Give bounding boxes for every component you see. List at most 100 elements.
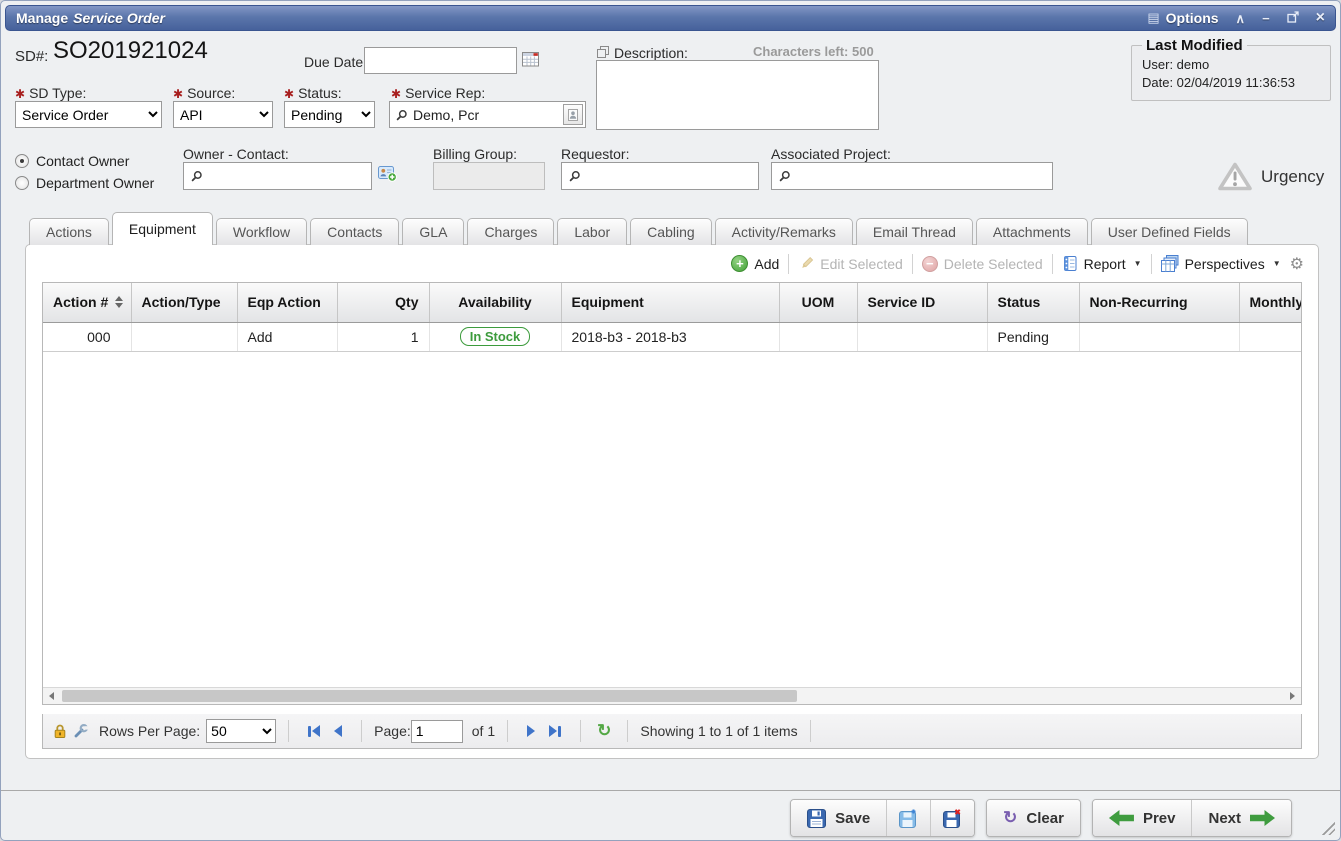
page-number-input[interactable] bbox=[411, 720, 463, 743]
window-resize-handle[interactable] bbox=[1320, 820, 1335, 835]
next-page-button[interactable] bbox=[527, 725, 535, 737]
column-header-non-recurring[interactable]: Non-Recurring bbox=[1079, 283, 1239, 322]
scroll-left-icon[interactable] bbox=[43, 688, 60, 704]
contact-owner-radio[interactable]: Contact Owner bbox=[15, 153, 129, 169]
collapse-icon[interactable]: ∧ bbox=[1236, 12, 1246, 25]
source-select[interactable]: API bbox=[173, 101, 273, 128]
associated-project-label: Associated Project: bbox=[771, 146, 891, 162]
popout-icon[interactable] bbox=[1287, 11, 1299, 25]
tab-equipment[interactable]: Equipment bbox=[112, 212, 213, 245]
description-textarea[interactable] bbox=[596, 60, 879, 130]
edit-selected-button[interactable]: Edit Selected bbox=[798, 256, 903, 272]
tab-activity-remarks[interactable]: Activity/Remarks bbox=[715, 218, 853, 245]
close-icon[interactable]: × bbox=[1316, 10, 1325, 26]
service-rep-field[interactable]: Demo, Pcr bbox=[389, 101, 586, 128]
clear-button[interactable]: ↻ Clear bbox=[987, 800, 1080, 836]
lock-icon[interactable] bbox=[53, 723, 67, 739]
tab-labor[interactable]: Labor bbox=[557, 218, 627, 245]
save-and-close-button[interactable] bbox=[930, 800, 974, 836]
column-header-qty[interactable]: Qty bbox=[337, 283, 429, 322]
radio-selected-icon bbox=[15, 154, 29, 168]
column-header-equipment[interactable]: Equipment bbox=[561, 283, 779, 322]
owner-contact-field[interactable] bbox=[183, 162, 372, 190]
rows-per-page-select[interactable]: 50 bbox=[206, 719, 276, 743]
required-icon: ✱ bbox=[391, 87, 401, 101]
tab-email-thread[interactable]: Email Thread bbox=[856, 218, 973, 245]
save-button[interactable]: Save bbox=[791, 800, 886, 836]
title-prefix: Manage bbox=[16, 10, 68, 26]
tab-attachments[interactable]: Attachments bbox=[976, 218, 1088, 245]
requestor-input[interactable] bbox=[586, 167, 754, 185]
add-contact-icon[interactable] bbox=[378, 165, 397, 187]
due-date-input[interactable] bbox=[364, 47, 517, 74]
wrench-icon[interactable] bbox=[73, 723, 89, 739]
column-header-monthly[interactable]: Monthly bbox=[1239, 283, 1302, 322]
department-owner-radio[interactable]: Department Owner bbox=[15, 175, 154, 191]
cell-eqp-action[interactable]: Add bbox=[237, 322, 337, 351]
required-icon: ✱ bbox=[173, 87, 183, 101]
table-row[interactable]: 000 Add 1 In Stock 2018-b3 - 2018-b3 Pen… bbox=[43, 322, 1302, 351]
delete-selected-button[interactable]: − Delete Selected bbox=[922, 256, 1043, 272]
column-header-service-id[interactable]: Service ID bbox=[857, 283, 987, 322]
column-header-action-no[interactable]: Action # bbox=[43, 283, 131, 322]
requestor-field[interactable] bbox=[561, 162, 759, 190]
scroll-right-icon[interactable] bbox=[1284, 688, 1301, 704]
last-page-button[interactable] bbox=[549, 725, 561, 737]
column-header-action-type[interactable]: Action/Type bbox=[131, 283, 237, 322]
tab-workflow[interactable]: Workflow bbox=[216, 218, 307, 245]
due-date-label: Due Date: bbox=[304, 54, 367, 70]
search-icon bbox=[191, 170, 203, 182]
options-button[interactable]: ▤ Options bbox=[1147, 10, 1218, 26]
requestor-label: Requestor: bbox=[561, 146, 629, 162]
calendar-icon[interactable] bbox=[522, 51, 540, 72]
associated-project-input[interactable] bbox=[796, 167, 1048, 185]
cell-equipment[interactable]: 2018-b3 - 2018-b3 bbox=[561, 322, 779, 351]
column-header-uom[interactable]: UOM bbox=[779, 283, 857, 322]
column-header-availability[interactable]: Availability bbox=[429, 283, 561, 322]
next-button[interactable]: Next bbox=[1191, 800, 1291, 836]
gear-icon[interactable]: ⚙ bbox=[1290, 254, 1304, 274]
sd-type-label: ✱SD Type: bbox=[15, 85, 86, 101]
status-select[interactable]: Pending bbox=[284, 101, 375, 128]
radio-unselected-icon bbox=[15, 176, 29, 190]
previous-page-button[interactable] bbox=[334, 725, 342, 737]
perspectives-button[interactable]: Perspectives ▼ bbox=[1161, 255, 1281, 272]
options-label: Options bbox=[1166, 10, 1219, 26]
tab-contacts[interactable]: Contacts bbox=[310, 218, 399, 245]
save-and-new-button[interactable] bbox=[886, 800, 930, 836]
minimize-icon[interactable]: − bbox=[1262, 12, 1270, 25]
scrollbar-track[interactable] bbox=[60, 688, 1284, 704]
owner-contact-label: Owner - Contact: bbox=[183, 146, 289, 162]
report-button[interactable]: Report ▼ bbox=[1062, 255, 1142, 272]
tab-user-defined-fields[interactable]: User Defined Fields bbox=[1091, 218, 1248, 245]
prev-button[interactable]: Prev bbox=[1093, 800, 1192, 836]
equipment-grid: Action # Action/Type Eqp Action Qty Avai… bbox=[42, 282, 1302, 705]
cell-qty[interactable]: 1 bbox=[337, 322, 429, 351]
tab-gla[interactable]: GLA bbox=[402, 218, 464, 245]
horizontal-scrollbar[interactable] bbox=[43, 687, 1301, 704]
owner-contact-input[interactable] bbox=[208, 167, 367, 185]
sd-number-label: SD#: bbox=[15, 48, 48, 65]
sort-icon[interactable] bbox=[115, 296, 123, 308]
cell-status[interactable]: Pending bbox=[987, 322, 1079, 351]
column-header-status[interactable]: Status bbox=[987, 283, 1079, 322]
sd-type-select[interactable]: Service Order bbox=[15, 101, 162, 128]
first-page-button[interactable] bbox=[308, 725, 320, 737]
service-rep-detail-button[interactable] bbox=[563, 104, 583, 125]
scrollbar-thumb[interactable] bbox=[62, 690, 797, 702]
add-button[interactable]: + Add bbox=[731, 255, 779, 272]
associated-project-field[interactable] bbox=[771, 162, 1053, 190]
service-rep-label: ✱Service Rep: bbox=[391, 85, 485, 101]
grid-toolbar: + Add Edit Selected − Delete Selected Re… bbox=[26, 245, 1318, 282]
description-label: Description: bbox=[614, 45, 688, 61]
tab-actions[interactable]: Actions bbox=[29, 218, 109, 245]
arrow-left-icon bbox=[1109, 810, 1134, 826]
urgency-indicator[interactable]: Urgency bbox=[1217, 161, 1324, 192]
cell-action-no[interactable]: 000 bbox=[43, 322, 131, 351]
tab-charges[interactable]: Charges bbox=[467, 218, 554, 245]
tab-cabling[interactable]: Cabling bbox=[630, 218, 711, 245]
column-header-eqp-action[interactable]: Eqp Action bbox=[237, 283, 337, 322]
refresh-icon[interactable]: ↻ bbox=[597, 721, 611, 741]
grid-header-row: Action # Action/Type Eqp Action Qty Avai… bbox=[43, 283, 1302, 322]
characters-left-counter: Characters left: 500 bbox=[753, 44, 874, 59]
